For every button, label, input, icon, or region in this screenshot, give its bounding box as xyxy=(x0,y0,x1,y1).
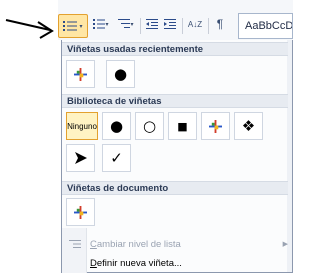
bullet-filled-square[interactable]: ■ xyxy=(168,112,197,140)
bullet-checkmark[interactable]: ✓ xyxy=(102,144,131,172)
decrease-indent-icon xyxy=(146,19,158,29)
multilevel-list-icon xyxy=(118,19,131,28)
filled-square-icon: ■ xyxy=(177,119,188,133)
increase-indent-icon xyxy=(164,19,176,29)
define-new-bullet-label: Definir nueva viñeta... xyxy=(90,257,182,269)
bullets-icon xyxy=(63,21,78,31)
recent-bullet-round[interactable]: ● xyxy=(106,60,135,88)
filled-circle-icon: ● xyxy=(113,64,128,83)
four-color-bullet-icon xyxy=(74,67,87,81)
four-color-bullet-icon xyxy=(74,205,87,219)
four-diamond-icon: ❖ xyxy=(241,116,256,135)
toolbar-separator xyxy=(140,18,141,34)
bullet-library-dropdown: Viñetas usadas recientemente ● Bibliotec… xyxy=(61,40,293,273)
bullet-filled-circle[interactable]: ● xyxy=(102,112,131,140)
numbering-icon xyxy=(93,19,106,29)
bullet-arrowhead[interactable] xyxy=(66,144,95,172)
increase-indent-button[interactable] xyxy=(162,13,178,35)
bullet-4color[interactable] xyxy=(201,112,230,140)
chevron-down-icon: ▾ xyxy=(130,21,134,28)
chevron-down-icon: ▾ xyxy=(79,23,83,30)
four-color-bullet-icon xyxy=(209,119,222,133)
style-preview-normal[interactable]: AaBbCcDc xyxy=(238,13,293,39)
bullets-button[interactable]: ▾ xyxy=(58,14,88,38)
hollow-circle-icon: ○ xyxy=(142,116,157,135)
chevron-down-icon: ▾ xyxy=(105,21,109,28)
sort-button[interactable]: A↓Z xyxy=(186,13,204,35)
submenu-arrow-icon: ▶ xyxy=(282,241,288,248)
decrease-indent-button[interactable] xyxy=(144,13,160,35)
bullet-four-diamond[interactable]: ❖ xyxy=(234,112,263,140)
change-list-level-label: Cambiar nivel de lista xyxy=(90,238,181,250)
checkmark-icon: ✓ xyxy=(110,148,123,167)
change-list-level-item[interactable]: Cambiar nivel de lista ▶ xyxy=(62,235,288,253)
menu-item-icon-placeholder xyxy=(66,256,84,270)
document-bullets-header: Viñetas de documento xyxy=(62,181,288,195)
show-formatting-marks-button[interactable]: ¶ xyxy=(212,13,228,35)
arrowhead-icon xyxy=(74,152,87,164)
list-level-icon xyxy=(66,237,84,251)
toolbar-separator xyxy=(182,18,183,34)
bullet-hollow-circle[interactable]: ○ xyxy=(135,112,164,140)
recent-bullet-4color[interactable] xyxy=(66,60,95,88)
toolbar-separator xyxy=(208,18,209,34)
filled-circle-icon: ● xyxy=(109,116,124,135)
document-bullet-4color[interactable] xyxy=(66,198,95,226)
bullet-none-option[interactable]: Ninguno xyxy=(66,112,98,140)
numbering-button[interactable]: ▾ xyxy=(90,13,112,35)
recent-bullets-header: Viñetas usadas recientemente xyxy=(62,42,288,56)
multilevel-list-button[interactable]: ▾ xyxy=(115,13,137,35)
none-label: Ninguno xyxy=(67,121,97,131)
define-new-bullet-item[interactable]: Definir nueva viñeta... xyxy=(62,254,288,272)
bullet-library-header: Biblioteca de viñetas xyxy=(62,94,288,108)
